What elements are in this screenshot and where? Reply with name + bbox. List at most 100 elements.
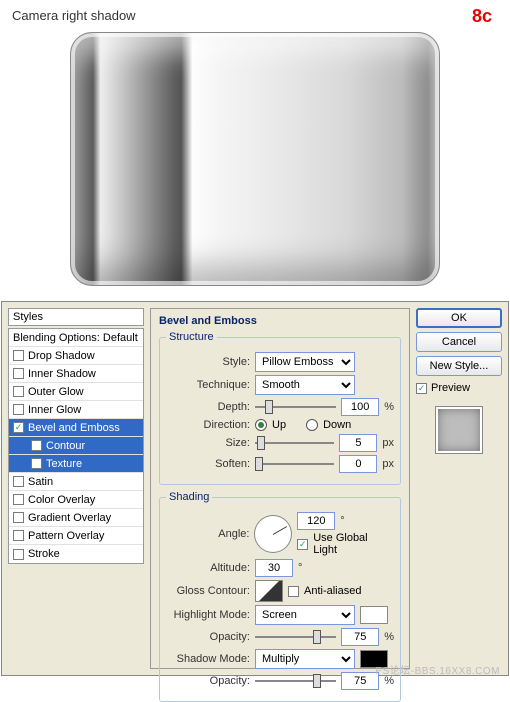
altitude-label: Altitude: (166, 562, 250, 574)
style-label: Inner Shadow (28, 368, 96, 380)
style-checkbox[interactable] (13, 512, 24, 523)
style-label: Color Overlay (28, 494, 95, 506)
highlight-opacity-label: Opacity: (166, 631, 250, 643)
style-checkbox[interactable] (31, 458, 42, 469)
panel-title: Bevel and Emboss (159, 315, 401, 327)
style-row-texture[interactable]: Texture (9, 455, 143, 473)
angle-widget[interactable] (254, 515, 292, 553)
style-row-inner-glow[interactable]: Inner Glow (9, 401, 143, 419)
ok-button[interactable]: OK (416, 308, 502, 328)
altitude-unit: ° (298, 562, 302, 574)
style-checkbox[interactable] (31, 440, 42, 451)
structure-legend: Structure (166, 331, 217, 343)
style-label: Outer Glow (28, 386, 84, 398)
preview-label: Preview (431, 382, 470, 394)
styles-list: Blending Options: Default Drop Shadow Inn… (8, 328, 144, 564)
shading-legend: Shading (166, 491, 212, 503)
size-slider[interactable] (255, 434, 334, 452)
angle-label: Angle: (166, 528, 249, 540)
style-label: Texture (46, 458, 82, 470)
angle-input[interactable] (297, 512, 335, 530)
technique-select[interactable]: Smooth (255, 375, 355, 395)
style-checkbox[interactable] (13, 422, 24, 433)
style-row-inner-shadow[interactable]: Inner Shadow (9, 365, 143, 383)
style-label: Bevel and Emboss (28, 422, 120, 434)
shadow-opacity-label: Opacity: (166, 675, 250, 687)
style-checkbox[interactable] (13, 530, 24, 541)
style-row-satin[interactable]: Satin (9, 473, 143, 491)
soften-unit: px (382, 458, 394, 470)
up-label: Up (272, 419, 286, 431)
depth-unit: % (384, 401, 394, 413)
new-style-button[interactable]: New Style... (416, 356, 502, 376)
anti-aliased-label: Anti-aliased (304, 585, 361, 597)
page-title: Camera right shadow (12, 8, 498, 23)
soften-input[interactable] (339, 455, 377, 473)
style-checkbox[interactable] (13, 404, 24, 415)
style-label: Stroke (28, 548, 60, 560)
style-label: Inner Glow (28, 404, 81, 416)
altitude-input[interactable] (255, 559, 293, 577)
style-checkbox[interactable] (13, 368, 24, 379)
style-label: Gradient Overlay (28, 512, 111, 524)
style-row-gradient-overlay[interactable]: Gradient Overlay (9, 509, 143, 527)
size-input[interactable] (339, 434, 377, 452)
styles-header[interactable]: Styles (8, 308, 144, 326)
down-label: Down (323, 419, 351, 431)
style-label: Contour (46, 440, 85, 452)
direction-label: Direction: (166, 419, 250, 431)
soften-label: Soften: (166, 458, 250, 470)
global-light-checkbox[interactable] (297, 539, 308, 550)
size-label: Size: (166, 437, 250, 449)
direction-down-radio[interactable] (306, 419, 318, 431)
style-label: Satin (28, 476, 53, 488)
shadow-mode-select[interactable]: Multiply (255, 649, 355, 669)
style-row-stroke[interactable]: Stroke (9, 545, 143, 563)
style-checkbox[interactable] (13, 386, 24, 397)
style-checkbox[interactable] (13, 494, 24, 505)
style-row-pattern-overlay[interactable]: Pattern Overlay (9, 527, 143, 545)
highlight-opacity-slider[interactable] (255, 628, 336, 646)
highlight-mode-select[interactable]: Screen (255, 605, 355, 625)
style-checkbox[interactable] (13, 549, 24, 560)
preview-thumbnail (435, 406, 483, 454)
style-row-outer-glow[interactable]: Outer Glow (9, 383, 143, 401)
style-checkbox[interactable] (13, 350, 24, 361)
depth-input[interactable] (341, 398, 379, 416)
depth-slider[interactable] (255, 398, 336, 416)
angle-unit: ° (340, 515, 344, 527)
gloss-contour-label: Gloss Contour: (166, 585, 250, 597)
anti-aliased-checkbox[interactable] (288, 586, 299, 597)
style-label: Pattern Overlay (28, 530, 104, 542)
pct1: % (384, 631, 394, 643)
watermark: PS论坛-BBS.16XX8.COM (375, 662, 500, 677)
global-light-label: Use Global Light (313, 532, 394, 556)
style-row-color-overlay[interactable]: Color Overlay (9, 491, 143, 509)
structure-group: Structure Style: Pillow Emboss Technique… (159, 331, 401, 485)
direction-up-radio[interactable] (255, 419, 267, 431)
depth-label: Depth: (166, 401, 250, 413)
style-label: Drop Shadow (28, 350, 95, 362)
shadow-mode-label: Shadow Mode: (166, 653, 250, 665)
style-checkbox[interactable] (13, 476, 24, 487)
style-select[interactable]: Pillow Emboss (255, 352, 355, 372)
gloss-contour-picker[interactable] (255, 580, 283, 602)
shadow-opacity-slider[interactable] (255, 672, 336, 690)
layer-style-dialog: Styles Blending Options: Default Drop Sh… (1, 301, 509, 676)
highlight-color-swatch[interactable] (360, 606, 388, 624)
style-row-drop-shadow[interactable]: Drop Shadow (9, 347, 143, 365)
soften-slider[interactable] (255, 455, 334, 473)
preview-checkbox[interactable] (416, 383, 427, 394)
highlight-opacity-input[interactable] (341, 628, 379, 646)
shading-group: Shading Angle: ° Use Global Light Altitu… (159, 491, 401, 702)
style-row-contour[interactable]: Contour (9, 437, 143, 455)
style-row-bevel-and-emboss[interactable]: Bevel and Emboss (9, 419, 143, 437)
highlight-mode-label: Highlight Mode: (166, 609, 250, 621)
style-label: Style: (166, 356, 250, 368)
technique-label: Technique: (166, 379, 250, 391)
cancel-button[interactable]: Cancel (416, 332, 502, 352)
step-badge: 8c (472, 6, 492, 27)
shadow-opacity-input[interactable] (341, 672, 379, 690)
camera-preview (70, 32, 440, 286)
blending-options-row[interactable]: Blending Options: Default (9, 329, 143, 347)
